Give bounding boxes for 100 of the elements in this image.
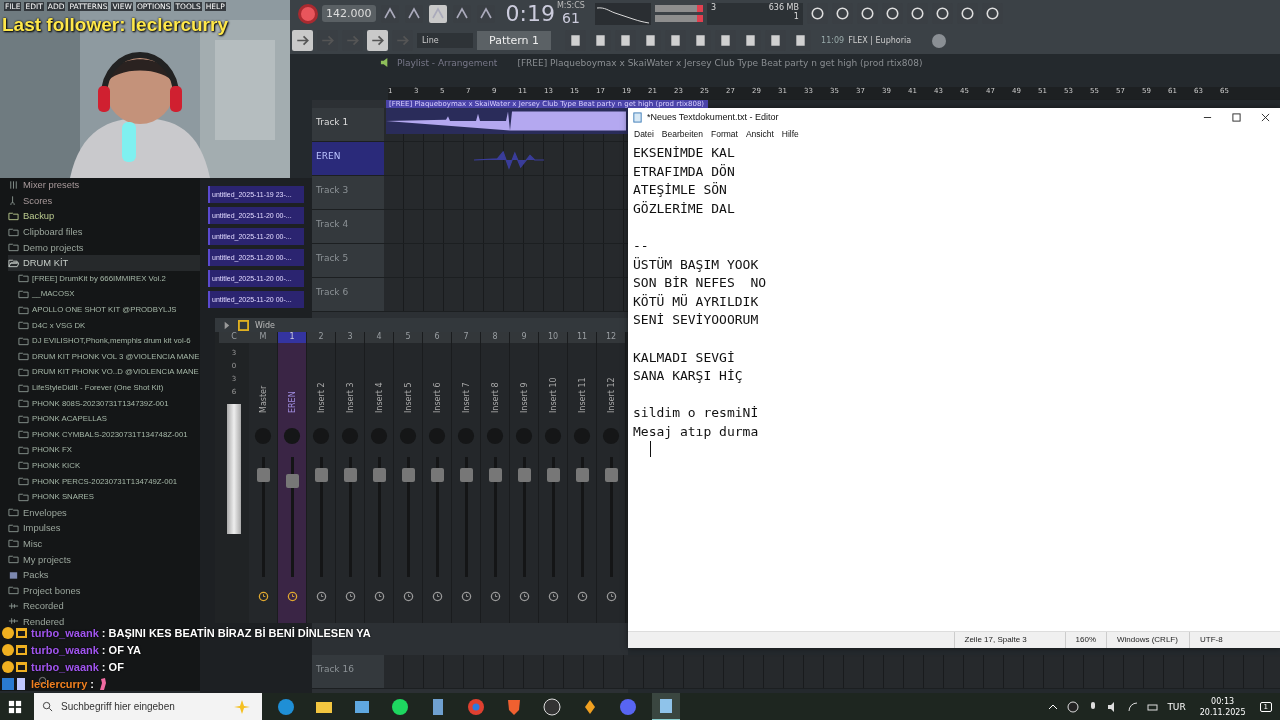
- mixer-strip[interactable]: 10 Insert 10: [539, 332, 568, 623]
- track-header[interactable]: EREN: [312, 142, 384, 175]
- browser-item[interactable]: Envelopes: [8, 504, 200, 521]
- clock-icon[interactable]: [286, 591, 298, 602]
- menu-item[interactable]: Format: [710, 128, 738, 139]
- clock-icon[interactable]: [518, 591, 530, 602]
- fader-handle[interactable]: [343, 468, 357, 482]
- square-icon[interactable]: [238, 319, 249, 331]
- clock-icon[interactable]: [431, 591, 443, 602]
- folder-icon: [8, 554, 19, 565]
- mixer-strip[interactable]: 4 Insert 4: [365, 332, 394, 623]
- mixer-strip[interactable]: 3 Insert 3: [336, 332, 365, 623]
- mixer-strip[interactable]: 11 Insert 11: [568, 332, 597, 623]
- clock-icon[interactable]: [547, 591, 559, 602]
- mixer-strip[interactable]: 6 Insert 6: [423, 332, 452, 623]
- menu-item[interactable]: Hilfe: [781, 128, 799, 139]
- search-bar[interactable]: Suchbegriff hier eingeben: [34, 693, 262, 720]
- clock-icon[interactable]: [489, 591, 501, 602]
- browser-item[interactable]: Scores: [8, 192, 200, 209]
- browser-item[interactable]: Project bones: [8, 582, 200, 599]
- windows-icon[interactable]: [8, 699, 22, 714]
- clock-icon[interactable]: [576, 591, 588, 602]
- toolbar-icon[interactable]: [292, 30, 313, 51]
- clock-icon[interactable]: [460, 591, 472, 602]
- chat-message: :: [90, 678, 94, 690]
- browser-item[interactable]: Demo projects: [8, 239, 200, 255]
- menu-item[interactable]: Bearbeiten: [661, 128, 703, 139]
- search-field[interactable]: Suchbegriff hier eingeben: [59, 700, 224, 713]
- wifi-icon[interactable]: [1127, 700, 1140, 713]
- browser-item[interactable]: Clipboard files: [8, 223, 200, 240]
- fader-handle[interactable]: [575, 468, 589, 482]
- chat-username[interactable]: turbo_waank: [31, 644, 99, 656]
- mixer-strip[interactable]: 9 Insert 9: [510, 332, 539, 623]
- fader-handle[interactable]: [314, 468, 328, 482]
- chat-username[interactable]: leclercurry: [31, 678, 88, 690]
- folder-icon: [18, 398, 29, 409]
- clock-icon[interactable]: [315, 591, 327, 602]
- browser-item[interactable]: Impulses: [8, 520, 200, 536]
- notepad-app-icon[interactable]: [652, 692, 680, 720]
- output-meter: [654, 2, 703, 25]
- folder-icon: [8, 585, 19, 596]
- browser-item[interactable]: Rendered: [8, 613, 200, 630]
- disc-icon[interactable]: [1067, 700, 1080, 713]
- browser-item[interactable]: Packs: [8, 566, 200, 583]
- taskbar-clock[interactable]: 00:13 20.11.2025: [1199, 695, 1246, 718]
- fader-handle[interactable]: [401, 468, 415, 482]
- fader-handle[interactable]: [285, 474, 299, 488]
- browser-item[interactable]: Recorded: [8, 598, 200, 614]
- oscilloscope-graph: [594, 2, 651, 25]
- fader-handle[interactable]: [459, 468, 473, 482]
- menu-item[interactable]: Datei: [634, 128, 654, 139]
- news-ticker[interactable]: FLEX | Euphoria: [848, 36, 912, 45]
- snap-dropdown[interactable]: Line: [417, 33, 473, 48]
- layout-mode[interactable]: Wide: [255, 320, 275, 330]
- clock-icon[interactable]: [605, 591, 617, 602]
- browser-item[interactable]: Misc: [8, 535, 200, 552]
- fader-handle[interactable]: [488, 468, 502, 482]
- clock-icon[interactable]: [373, 591, 385, 602]
- status-item: 160%: [1064, 632, 1106, 648]
- fader-handle[interactable]: [256, 468, 270, 482]
- language-indicator[interactable]: TUR: [1167, 701, 1186, 712]
- close-icon[interactable]: [1261, 112, 1270, 122]
- broadcaster-badges-icon: [2, 677, 28, 691]
- mixer-strip[interactable]: 1 EREN: [278, 332, 307, 623]
- mixer-strip[interactable]: M Master: [249, 332, 278, 623]
- clock-icon[interactable]: [402, 591, 414, 602]
- fader-handle[interactable]: [546, 468, 560, 482]
- clock-icon[interactable]: [257, 591, 269, 602]
- fader-handle[interactable]: [372, 468, 386, 482]
- track-header[interactable]: Track 16: [312, 655, 384, 688]
- text-content[interactable]: EKSENİMDE KAL ETRAFIMDA DÖN ATEŞİMLE SÖN GÖZLERİME DAL -- ÜSTÜM BAŞIM YOOK SON BİR NEFES NO KÖTÜ MÜ AYRILDIK SENİ SEVİYOOORUM KALMADI SEVGİ SANA KARŞI HİÇ sildim o resmiNİ Mesaj atıp durma: [633, 144, 1275, 442]
- clock-icon[interactable]: [344, 591, 356, 602]
- mixer-strip[interactable]: 2 Insert 2: [307, 332, 336, 623]
- browser-item[interactable]: Backup: [8, 208, 200, 224]
- mixer-strip[interactable]: 12 Insert 12: [597, 332, 626, 623]
- tempo-display[interactable]: 142.000: [322, 5, 376, 22]
- track-header[interactable]: Track 5: [312, 244, 384, 277]
- mixer-strip[interactable]: 7 Insert 7: [452, 332, 481, 623]
- pattern-selector[interactable]: Pattern 1: [477, 31, 552, 50]
- track-header[interactable]: Track 3: [312, 176, 384, 209]
- chat-username[interactable]: turbo_waank: [31, 661, 99, 673]
- track-header[interactable]: Track 6: [312, 278, 384, 311]
- fader-handle[interactable]: [604, 468, 618, 482]
- browser-item[interactable]: My projects: [8, 551, 200, 567]
- toolbar-icon[interactable]: [427, 3, 448, 24]
- fader-handle[interactable]: [517, 468, 531, 482]
- browser-item[interactable]: DRUM KİT: [8, 254, 200, 271]
- folder-icon: [8, 226, 19, 237]
- maximize-icon[interactable]: [1232, 112, 1241, 122]
- folder-icon: [18, 273, 29, 284]
- fader-handle[interactable]: [430, 468, 444, 482]
- mixer-strip[interactable]: 8 Insert 8: [481, 332, 510, 623]
- record-button[interactable]: [298, 3, 318, 24]
- chat-username[interactable]: turbo_waank: [31, 627, 99, 639]
- menu-item[interactable]: Ansicht: [745, 128, 774, 139]
- track-header[interactable]: Track 4: [312, 210, 384, 243]
- track-header[interactable]: Track 1: [312, 108, 384, 141]
- mixer-strip[interactable]: 5 Insert 5: [394, 332, 423, 623]
- browser-item[interactable]: Mixer presets: [8, 177, 200, 193]
- toolbar-icon[interactable]: [367, 30, 388, 51]
